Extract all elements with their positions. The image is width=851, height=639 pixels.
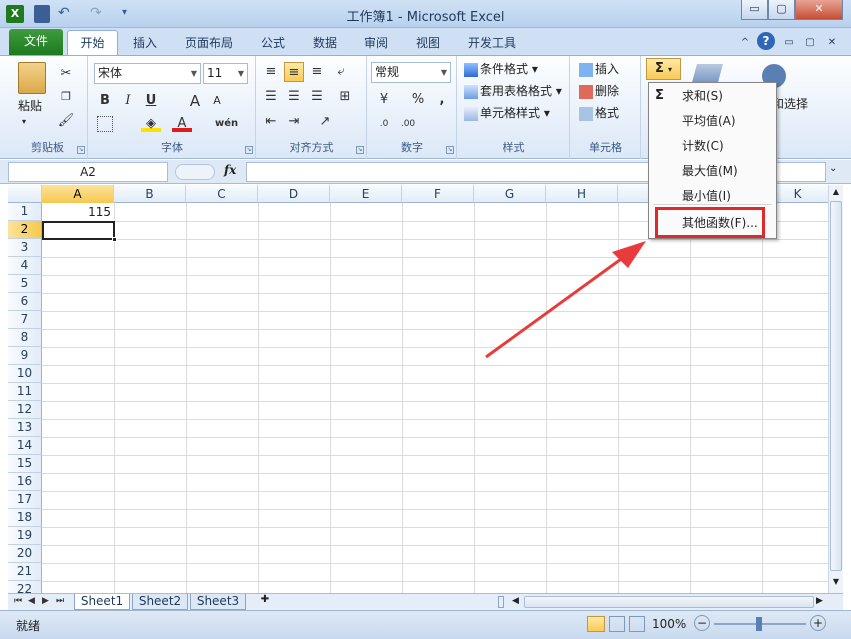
arrow-head	[612, 241, 646, 268]
arrow-shaft	[485, 252, 629, 359]
annotation-arrow	[485, 241, 646, 359]
